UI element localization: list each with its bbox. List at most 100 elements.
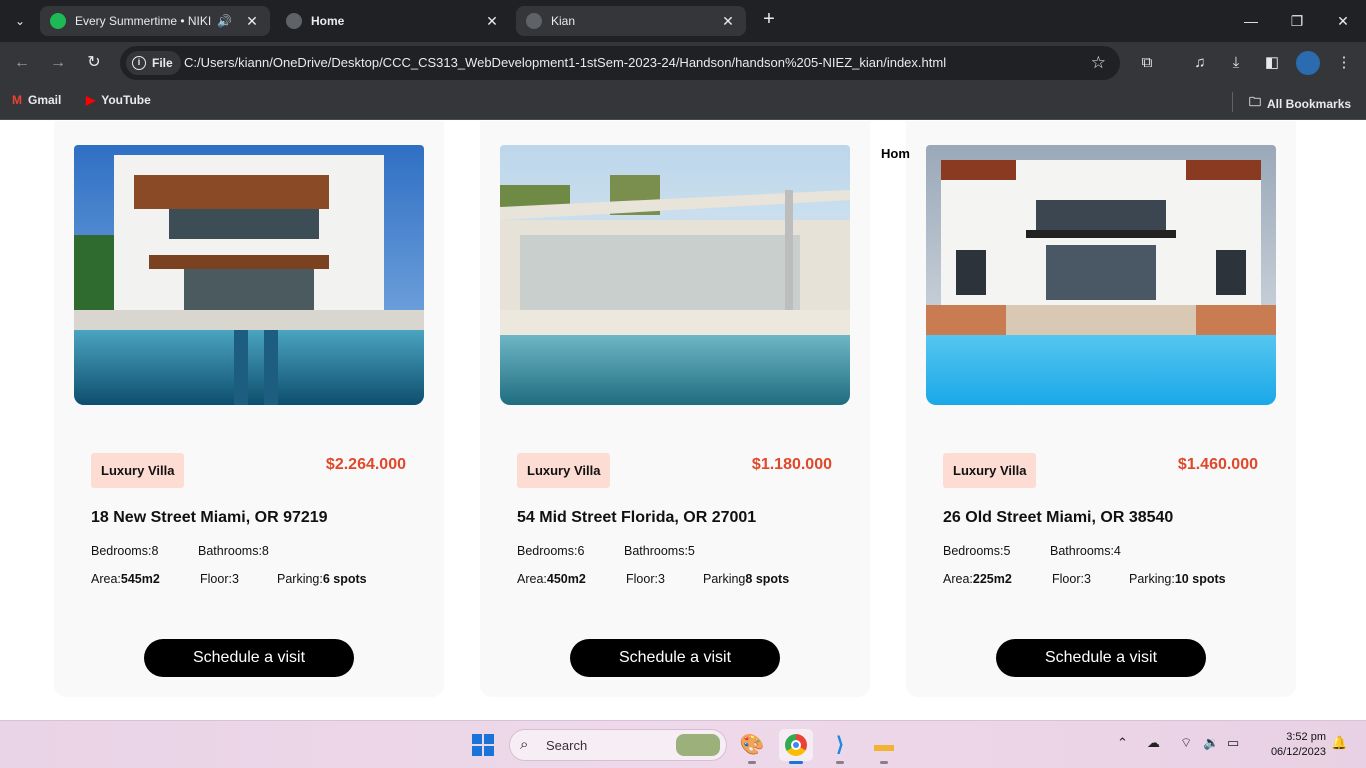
parking-spec: Parking8 spots [703, 572, 790, 586]
onedrive-cloud-icon[interactable]: ☁ [1147, 735, 1160, 751]
menu-kebab-icon[interactable]: ⋮ [1332, 51, 1356, 75]
price: $2.264.000 [325, 456, 406, 473]
area-spec: Area:545m2 [91, 572, 160, 586]
reload-button[interactable]: ↻ [82, 51, 106, 75]
area-spec: Area:225m2 [943, 572, 1012, 586]
close-tab-icon[interactable]: ✕ [720, 13, 736, 30]
vscode-app-icon[interactable]: ⟩ [823, 729, 857, 764]
bookmark-label: YouTube [101, 93, 151, 107]
tab-title: Kian [551, 14, 576, 28]
bookmark-star-icon[interactable]: ☆ [1091, 53, 1106, 73]
site-info-chip[interactable]: i File [126, 51, 181, 75]
property-type-badge: Luxury Villa [943, 453, 1037, 488]
tab-home[interactable]: Home ✕ [276, 6, 510, 36]
youtube-icon: ▶ [86, 93, 96, 107]
page-viewport: Luxury Villa $2.264.000 18 New Street Mi… [0, 121, 1366, 720]
browser-tab-bar: ⌄ Every Summertime • NIKI 🔊 ✕ Home ✕ Kia… [0, 0, 1366, 42]
tab-kian[interactable]: Kian ✕ [516, 6, 746, 36]
tray-chevron-up-icon[interactable]: ⌃ [1117, 735, 1128, 751]
media-control-icon[interactable]: ♫ [1188, 51, 1212, 75]
globe-icon [286, 13, 302, 29]
spotify-icon [50, 13, 66, 29]
volume-icon[interactable]: 🔉 [1203, 735, 1219, 751]
schedule-visit-button[interactable]: Schedule a visit [570, 639, 780, 677]
bedrooms-spec: Bedrooms:6 [517, 544, 585, 558]
bedrooms-spec: Bedrooms:5 [943, 544, 1011, 558]
search-icon: ⌕ [520, 736, 529, 753]
bookmarks-divider [1232, 92, 1233, 112]
bookmarks-bar: M Gmail ▶ YouTube 🗀 All Bookmarks [0, 84, 1366, 120]
price: $1.460.000 [1177, 456, 1258, 473]
globe-icon [526, 13, 542, 29]
bathrooms-spec: Bathrooms:4 [1050, 544, 1121, 558]
nav-link-home-partial[interactable]: Hom [881, 146, 910, 161]
file-explorer-icon[interactable]: ▬ [867, 729, 901, 764]
taskbar-search-box[interactable]: ⌕ Search [509, 729, 727, 761]
parking-spec: Parking:10 spots [1129, 572, 1226, 586]
listing-card: Luxury Villa $1.180.000 54 Mid Street Fl… [480, 121, 870, 697]
restore-button[interactable]: ❐ [1274, 8, 1320, 34]
site-info-label: File [152, 56, 173, 70]
browser-toolbar: ← → ↻ i File C:/Users/kiann/OneDrive/Des… [0, 42, 1366, 84]
system-clock[interactable]: 3:52 pm 06/12/2023 [1254, 730, 1326, 760]
close-tab-icon[interactable]: ✕ [244, 13, 260, 30]
area-spec: Area:450m2 [517, 572, 586, 586]
windows-start-icon[interactable] [472, 734, 494, 756]
url-text[interactable]: C:/Users/kiann/OneDrive/Desktop/CCC_CS31… [184, 55, 946, 70]
minimize-button[interactable]: — [1228, 8, 1274, 34]
schedule-visit-button[interactable]: Schedule a visit [144, 639, 354, 677]
address-bar[interactable]: i File C:/Users/kiann/OneDrive/Desktop/C… [120, 46, 1120, 80]
speaker-icon[interactable]: 🔊 [217, 14, 232, 28]
parking-spec: Parking:6 spots [277, 572, 367, 586]
close-tab-icon[interactable]: ✕ [484, 13, 500, 30]
villa-photo [74, 145, 424, 405]
windows-taskbar: ⌕ Search 🎨 ⟩ ▬ ⌃ ☁ ⌔ 🔉 ▭ 3:52 pm 06/12/2… [0, 720, 1366, 768]
download-icon[interactable]: ⤓ [1224, 51, 1248, 75]
floor-spec: Floor:3 [626, 572, 665, 586]
property-type-badge: Luxury Villa [91, 453, 185, 488]
close-window-button[interactable]: ✕ [1320, 8, 1366, 34]
clock-date: 06/12/2023 [1270, 746, 1326, 758]
all-bookmarks-button[interactable]: 🗀 All Bookmarks [1249, 93, 1351, 114]
side-panel-icon[interactable]: ◧ [1260, 51, 1284, 75]
tab-search-chevron-icon[interactable]: ⌄ [8, 9, 32, 33]
tab-title: Every Summertime • NIKI [75, 14, 212, 28]
bathrooms-spec: Bathrooms:8 [198, 544, 269, 558]
forward-button[interactable]: → [46, 51, 70, 75]
bookmark-gmail[interactable]: M Gmail [12, 93, 61, 107]
paint-app-icon[interactable]: 🎨 [735, 729, 769, 764]
listing-card: Luxury Villa $2.264.000 18 New Street Mi… [54, 121, 444, 697]
new-tab-button[interactable]: + [758, 9, 780, 31]
bathrooms-spec: Bathrooms:5 [624, 544, 695, 558]
search-placeholder: Search [546, 738, 588, 753]
address: 54 Mid Street Florida, OR 27001 [517, 509, 757, 526]
address: 26 Old Street Miami, OR 38540 [943, 509, 1174, 526]
tab-spotify[interactable]: Every Summertime • NIKI 🔊 ✕ [40, 6, 270, 36]
folder-icon: 🗀 [1249, 95, 1262, 109]
clock-time: 3:52 pm [1286, 731, 1326, 743]
info-icon: i [132, 56, 146, 70]
chrome-app-icon[interactable] [779, 729, 813, 764]
profile-avatar[interactable] [1296, 51, 1320, 75]
back-button[interactable]: ← [10, 51, 34, 75]
schedule-visit-button[interactable]: Schedule a visit [996, 639, 1206, 677]
wifi-icon[interactable]: ⌔ [1180, 735, 1192, 751]
gmail-icon: M [12, 93, 22, 107]
floor-spec: Floor:3 [200, 572, 239, 586]
search-highlight-icon [676, 734, 720, 756]
listing-card: Luxury Villa $1.460.000 26 Old Street Mi… [906, 121, 1296, 697]
bedrooms-spec: Bedrooms:8 [91, 544, 159, 558]
price: $1.180.000 [751, 456, 832, 473]
villa-photo [926, 145, 1276, 405]
all-bookmarks-label: All Bookmarks [1267, 96, 1352, 111]
notification-bell-icon[interactable]: 🔔 [1331, 735, 1347, 751]
extensions-icon[interactable]: ⧉ [1135, 51, 1159, 75]
bookmark-youtube[interactable]: ▶ YouTube [86, 93, 151, 107]
bookmark-label: Gmail [28, 93, 62, 107]
villa-photo [500, 145, 850, 405]
tab-title: Home [311, 14, 345, 28]
address: 18 New Street Miami, OR 97219 [91, 509, 328, 526]
floor-spec: Floor:3 [1052, 572, 1091, 586]
property-type-badge: Luxury Villa [517, 453, 611, 488]
battery-icon[interactable]: ▭ [1227, 735, 1239, 751]
